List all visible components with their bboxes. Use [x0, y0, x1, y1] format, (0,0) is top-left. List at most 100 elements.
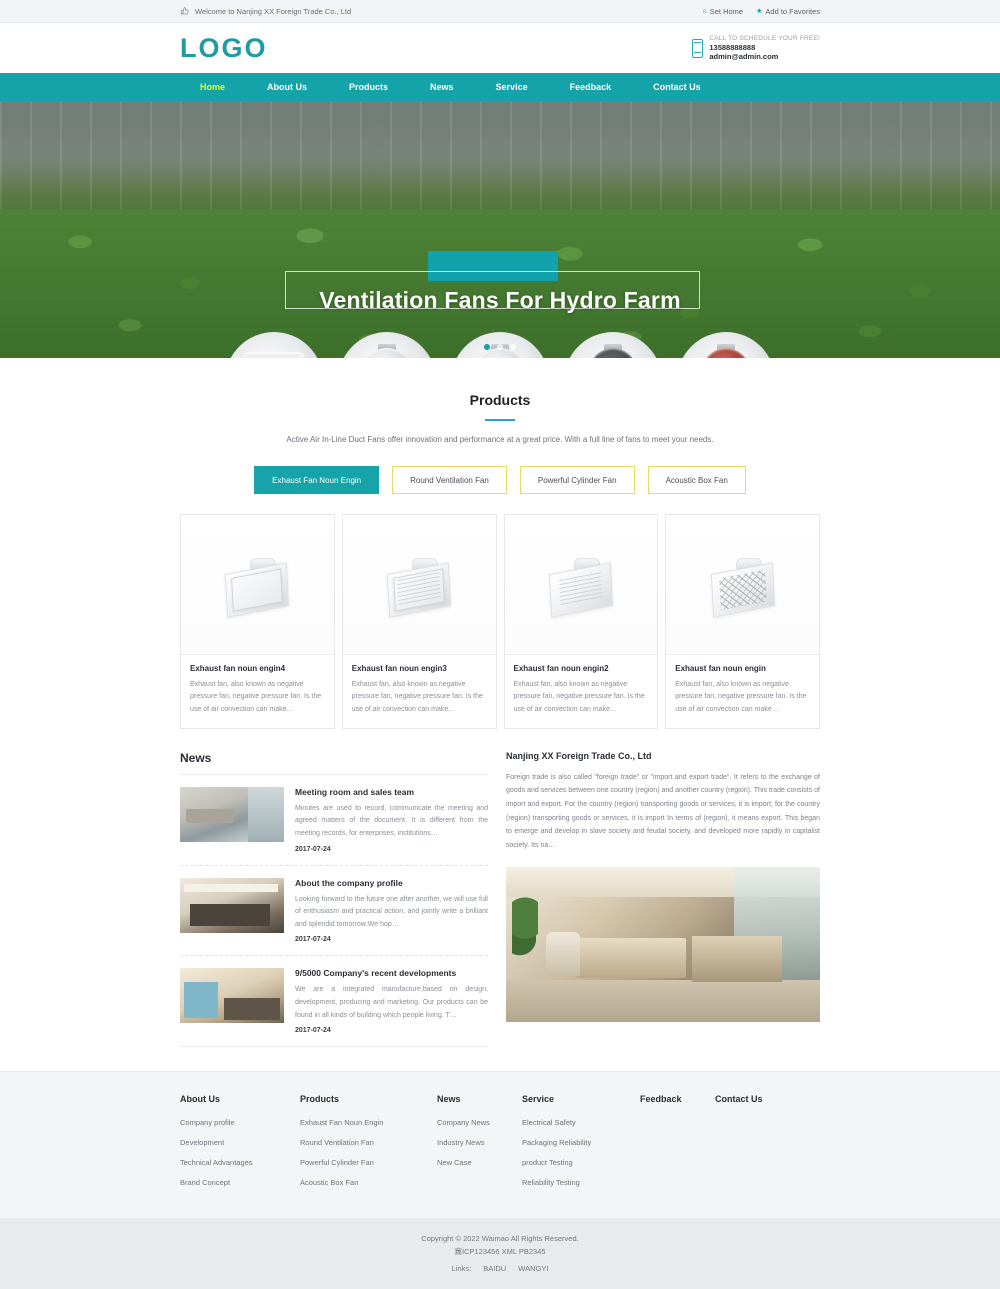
main-navigation: Home About Us Products News Service Feed… [0, 73, 1000, 101]
tab-round-ventilation-fan[interactable]: Round Ventilation Fan [392, 466, 507, 494]
footer-heading[interactable]: Feedback [640, 1094, 715, 1104]
news-thumbnail-image [180, 968, 284, 1024]
news-list-item[interactable]: 9/5000 Company's recent developments We … [180, 956, 488, 1048]
footer-link[interactable]: Acoustic Box Fan [300, 1178, 437, 1187]
tab-acoustic-box-fan[interactable]: Acoustic Box Fan [647, 466, 746, 494]
footer-link[interactable]: Electrical Safety [522, 1118, 640, 1127]
products-section-title: Products [469, 392, 531, 408]
carousel-dot-1[interactable] [484, 344, 490, 350]
add-to-favorites-link[interactable]: ★ Add to Favorites [756, 7, 820, 16]
news-heading: News [180, 751, 488, 775]
hero-background-greenhouse [0, 101, 1000, 221]
footer-link[interactable]: Development [180, 1138, 300, 1147]
news-thumbnail-image [180, 877, 284, 933]
copyright-bar: Copyright © 2022 Waimao All Rights Reser… [0, 1218, 1000, 1289]
site-header: LOGO CALL TO SCHEDULE YOUR FREE! 1358888… [0, 23, 1000, 73]
product-card-description: Exhaust fan, also known as negative pres… [513, 681, 645, 713]
product-card-title: Exhaust fan noun engin [675, 664, 766, 673]
news-item-title: Meeting room and sales team [295, 786, 415, 797]
about-company-text: Foreign trade is also called "foreign tr… [506, 773, 820, 849]
news-list-item[interactable]: Meeting room and sales team Minutes are … [180, 775, 488, 866]
product-card-description: Exhaust fan, also known as negative pres… [190, 681, 322, 713]
top-links: ⌂ Set Home ★ Add to Favorites [703, 7, 820, 16]
star-icon: ★ [756, 7, 763, 15]
footer-heading: About Us [180, 1094, 220, 1105]
set-home-link[interactable]: ⌂ Set Home [703, 7, 744, 16]
footer-heading: Service [522, 1094, 555, 1105]
product-card[interactable]: Exhaust fan noun engin2 Exhaust fan, als… [503, 514, 659, 729]
contact-headline: CALL TO SCHEDULE YOUR FREE! [709, 34, 820, 42]
product-image [666, 515, 819, 654]
nav-item-about-us[interactable]: About Us [246, 82, 328, 92]
product-card-grid: Exhaust fan noun engin4 Exhaust fan, als… [180, 514, 820, 729]
hero-banner: Ventilation Fans For Hydro Farm Mixed-Fl… [0, 101, 1000, 358]
nav-item-news[interactable]: News [409, 82, 475, 92]
product-image [342, 515, 496, 654]
news-thumbnail-image [180, 786, 284, 842]
product-image [504, 515, 658, 654]
footer-link[interactable]: Brand Concept [180, 1178, 300, 1187]
tab-exhaust-fan-noun-engin[interactable]: Exhaust Fan Noun Engin [254, 466, 380, 494]
product-card-description: Exhaust fan, also known as negative pres… [351, 681, 483, 713]
news-list-item[interactable]: About the company profile Looking forwar… [180, 866, 488, 957]
set-home-label: Set Home [709, 6, 744, 16]
mobile-phone-icon [692, 38, 704, 58]
nav-item-contact-us[interactable]: Contact Us [632, 82, 722, 92]
footer-link[interactable]: Company News [437, 1118, 522, 1127]
footer-link[interactable]: Reliability Testing [522, 1178, 640, 1187]
footer-link[interactable]: Packaging Reliability [522, 1138, 640, 1147]
footer-column-contact-us: Contact Us [715, 1094, 790, 1198]
product-card[interactable]: Exhaust fan noun engin4 Exhaust fan, als… [180, 514, 335, 729]
product-card-title: Exhaust fan noun engin3 [351, 664, 447, 673]
footer-link[interactable]: Round Ventilation Fan [300, 1138, 437, 1147]
nav-item-feedback[interactable]: Feedback [549, 82, 633, 92]
news-item-description: Minutes are used to record, communicate … [295, 804, 488, 837]
welcome-text: Welcome to Nanjing XX Foreign Trade Co.,… [195, 6, 352, 16]
home-icon: ⌂ [702, 7, 707, 15]
footer-column-products: Products Exhaust Fan Noun Engin Round Ve… [300, 1094, 437, 1198]
footer-link[interactable]: New Case [437, 1158, 522, 1167]
footer-heading[interactable]: Contact Us [715, 1094, 790, 1104]
tab-powerful-cylinder-fan[interactable]: Powerful Cylinder Fan [519, 466, 635, 494]
news-and-about-section: News Meeting room and sales team Minutes… [180, 751, 820, 1071]
product-category-tabs: Exhaust Fan Noun Engin Round Ventilation… [180, 466, 820, 494]
news-item-date: 2017-07-24 [295, 936, 331, 944]
footer-link[interactable]: Technical Advantages [180, 1158, 300, 1167]
friend-link-baidu[interactable]: BAIDU [483, 1264, 506, 1273]
nav-item-home[interactable]: Home [180, 82, 246, 92]
section-divider [485, 419, 515, 421]
thumbs-up-icon [180, 6, 190, 16]
footer-link[interactable]: Exhaust Fan Noun Engin [300, 1118, 437, 1127]
nav-item-service[interactable]: Service [475, 82, 549, 92]
contact-phone: 13588888888 [709, 42, 756, 52]
about-office-image [506, 866, 820, 1022]
footer-link[interactable]: Company profile [180, 1118, 300, 1127]
copyright-text: Copyright © 2022 Waimao All Rights Reser… [421, 1234, 579, 1244]
links-label: Links: [451, 1264, 472, 1274]
footer-column-news: News Company News Industry News New Case [437, 1094, 522, 1198]
footer-column-about-us: About Us Company profile Development Tec… [180, 1094, 300, 1198]
hero-title: Ventilation Fans For Hydro Farm [319, 287, 681, 313]
product-card-title: Exhaust fan noun engin4 [190, 664, 286, 673]
add-to-favorites-label: Add to Favorites [765, 6, 820, 16]
footer-column-service: Service Electrical Safety Packaging Reli… [522, 1094, 640, 1198]
carousel-dot-2[interactable] [497, 344, 503, 350]
footer-link[interactable]: Industry News [437, 1138, 522, 1147]
footer-link[interactable]: product Testing [522, 1158, 640, 1167]
contact-email[interactable]: admin@admin.com [709, 52, 820, 61]
nav-item-products[interactable]: Products [328, 82, 409, 92]
footer-link[interactable]: Powerful Cylinder Fan [300, 1158, 437, 1167]
news-item-date: 2017-07-24 [295, 1027, 331, 1035]
product-card-description: Exhaust fan, also known as negative pres… [675, 681, 807, 713]
product-card-title: Exhaust fan noun engin2 [513, 664, 609, 673]
product-card[interactable]: Exhaust fan noun engin3 Exhaust fan, als… [341, 514, 497, 729]
icp-license-text: 冀ICP123456 XML PB2345 [454, 1247, 546, 1257]
friend-link-wangyi[interactable]: WANGYI [518, 1264, 548, 1273]
news-item-description: Looking forward to the future one after … [295, 895, 488, 928]
footer-heading: News [437, 1094, 461, 1105]
site-logo[interactable]: LOGO [180, 34, 268, 62]
news-item-date: 2017-07-24 [295, 845, 331, 853]
welcome-message: Welcome to Nanjing XX Foreign Trade Co.,… [180, 6, 351, 16]
carousel-dot-3[interactable] [510, 344, 516, 350]
product-card[interactable]: Exhaust fan noun engin Exhaust fan, also… [665, 514, 820, 729]
